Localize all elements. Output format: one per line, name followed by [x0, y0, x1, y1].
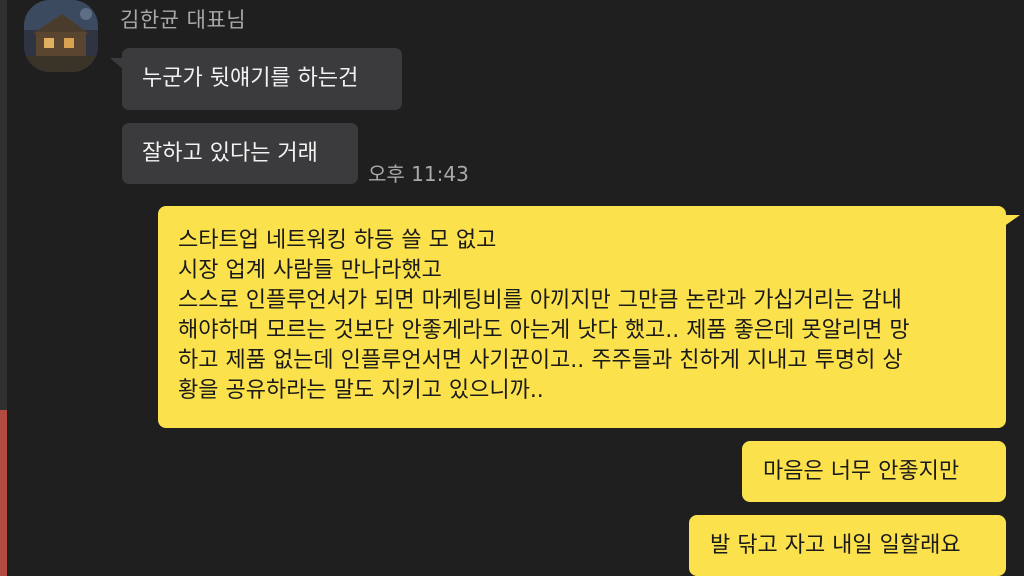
message-text: 누군가 뒷얘기를 하는건 [142, 66, 359, 91]
avatar[interactable] [24, 0, 98, 72]
sent-message-2[interactable]: 마음은 너무 안좋지만 [742, 441, 1006, 502]
message-timestamp: 오후 11:43 [368, 162, 469, 186]
message-line: 시장 업계 사람들 만나라했고 [178, 258, 442, 283]
sent-message-1[interactable]: 스타트업 네트워킹 하등 쓸 모 없고 시장 업계 사람들 만나라했고 스스로 … [158, 206, 1006, 428]
window-edge-accent [0, 410, 7, 576]
avatar-photo-icon [24, 0, 98, 72]
sender-name: 김한균 대표님 [120, 8, 247, 32]
message-line: 하고 제품 없는데 인플루언서면 사기꾼이고.. 주주들과 친하게 지내고 투명… [178, 348, 903, 373]
message-line: 스타트업 네트워킹 하등 쓸 모 없고 [178, 228, 497, 253]
message-line: 해야하며 모르는 것보단 안좋게라도 아는게 낫다 했고.. 제품 좋은데 못알… [178, 318, 910, 343]
message-text: 발 닦고 자고 내일 일할래요 [710, 532, 961, 558]
window-edge [0, 0, 7, 410]
message-text: 잘하고 있다는 거래 [142, 140, 318, 166]
message-line: 스스로 인플루언서가 되면 마케팅비를 아끼지만 그만큼 논란과 가십거리는 감… [178, 288, 902, 313]
received-message-2[interactable]: 잘하고 있다는 거래 [122, 123, 358, 184]
message-text: 마음은 너무 안좋지만 [763, 458, 960, 484]
message-line: 황을 공유하라는 말도 지키고 있으니까.. [178, 378, 544, 403]
chat-window: 김한균 대표님 누군가 뒷얘기를 하는건 잘하고 있다는 거래 오후 11:43… [0, 0, 1024, 576]
received-message-1[interactable]: 누군가 뒷얘기를 하는건 [122, 48, 402, 110]
sent-message-3[interactable]: 발 닦고 자고 내일 일할래요 [689, 515, 1006, 576]
